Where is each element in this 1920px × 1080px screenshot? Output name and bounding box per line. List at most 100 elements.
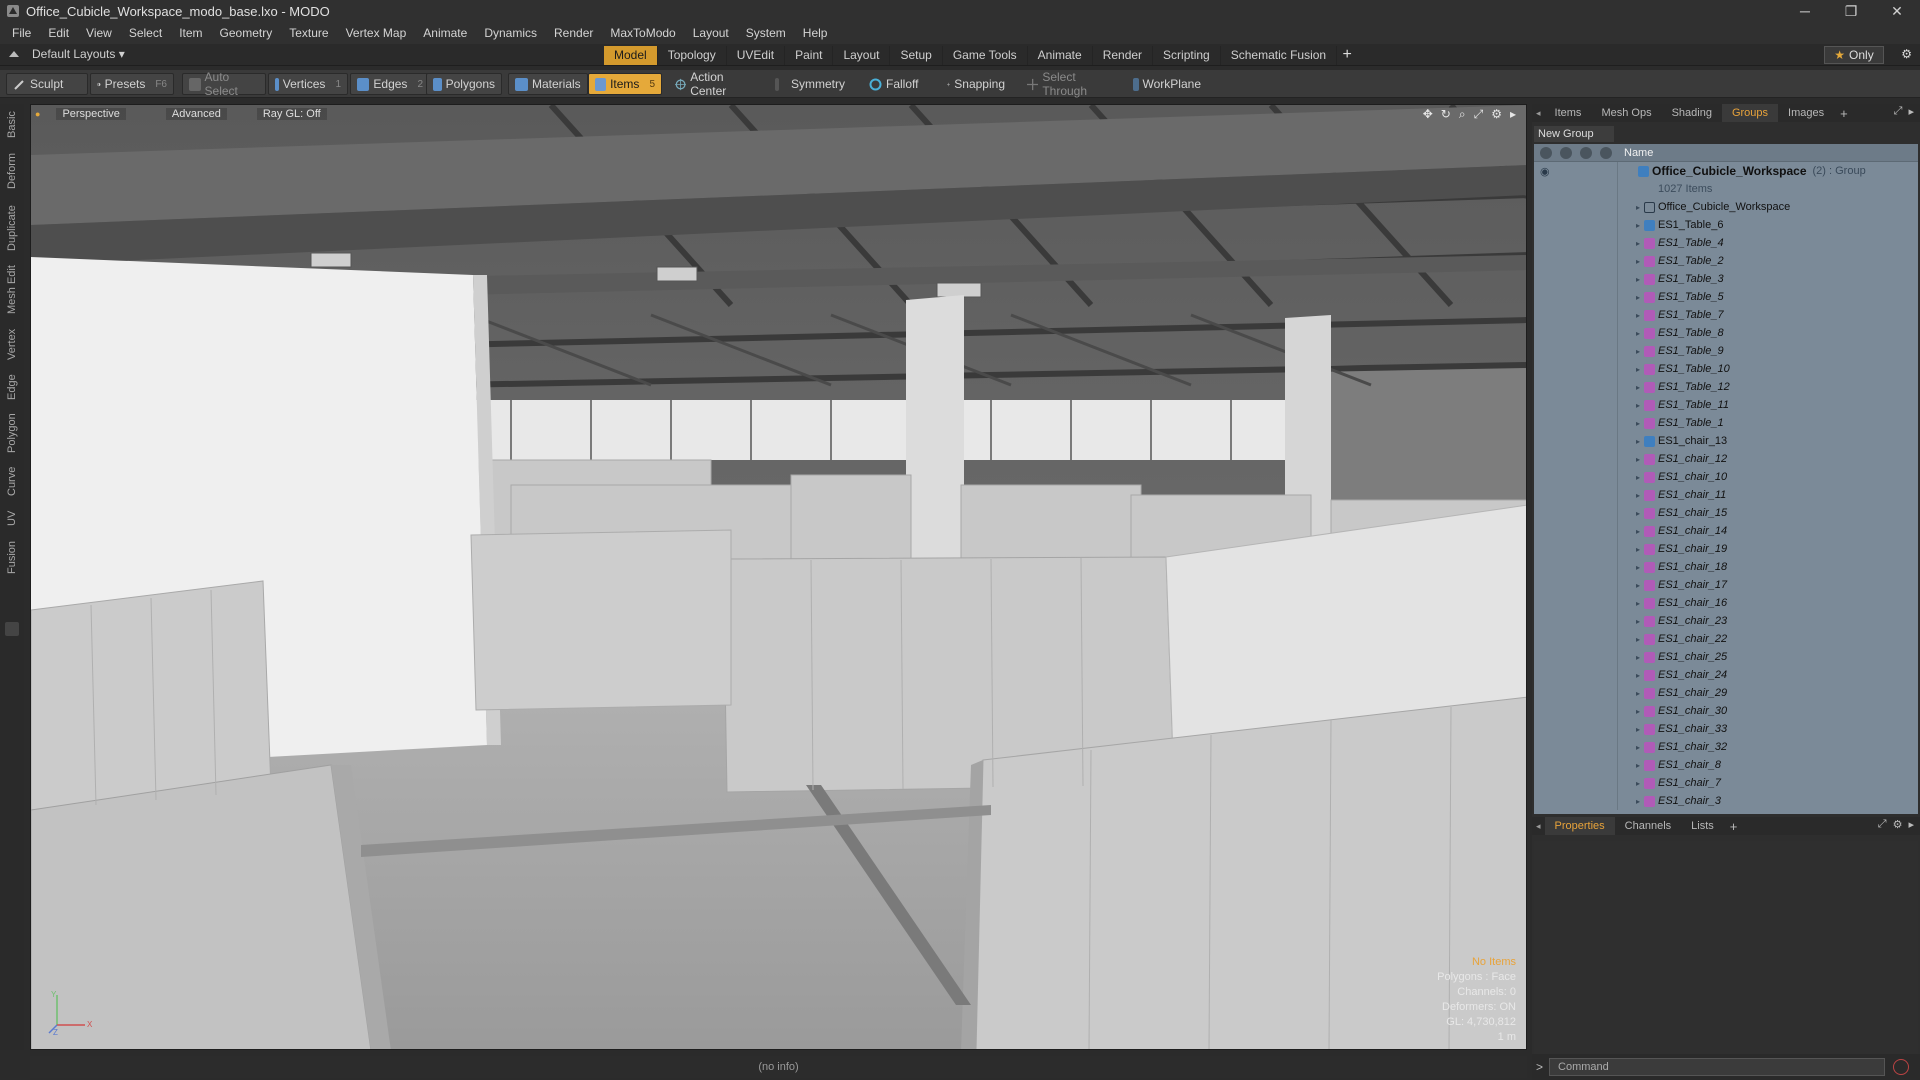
group-item-row[interactable]: ▸ ES1_Table_7 <box>1534 306 1918 324</box>
item-vis-cells[interactable] <box>1534 450 1618 468</box>
vtab-fusion[interactable]: Fusion <box>2 536 22 578</box>
viewport-gear-icon[interactable]: ⚙ <box>1491 107 1502 122</box>
snapping-button[interactable]: Snapping <box>940 73 1012 95</box>
group-row[interactable]: ◉ Office_Cubicle_Workspace (2) : Group <box>1534 162 1918 180</box>
expand-arrow-icon[interactable]: ▸ <box>1618 221 1644 230</box>
item-vis-cells[interactable] <box>1534 738 1618 756</box>
item-vis-cells[interactable] <box>1534 252 1618 270</box>
vtab-curve[interactable]: Curve <box>2 462 22 500</box>
items-button[interactable]: Items 5 <box>588 73 662 95</box>
group-item-row[interactable]: ▸ ES1_chair_18 <box>1534 558 1918 576</box>
item-vis-cells[interactable] <box>1534 702 1618 720</box>
expand-arrow-icon[interactable]: ▸ <box>1618 347 1644 356</box>
tab-layout[interactable]: Layout <box>833 46 891 65</box>
item-vis-cells[interactable] <box>1534 324 1618 342</box>
group-item-row[interactable]: ▸ ES1_chair_16 <box>1534 594 1918 612</box>
menu-system[interactable]: System <box>746 26 786 40</box>
expand-arrow-icon[interactable]: ▸ <box>1618 743 1644 752</box>
eye-icon[interactable]: ◉ <box>1540 165 1550 178</box>
add-bottom-tab-button[interactable]: + <box>1724 819 1744 834</box>
bottom-gear-icon[interactable]: ⚙ <box>1893 818 1903 831</box>
item-vis-cells[interactable] <box>1534 306 1618 324</box>
eye-column-icon[interactable] <box>1540 146 1552 159</box>
item-vis-cells[interactable] <box>1534 756 1618 774</box>
menu-vertex-map[interactable]: Vertex Map <box>346 26 407 40</box>
item-vis-cells[interactable] <box>1534 198 1618 216</box>
group-item-row[interactable]: ▸ ES1_chair_32 <box>1534 738 1918 756</box>
expand-arrow-icon[interactable]: ▸ <box>1618 239 1644 248</box>
item-vis-cells[interactable] <box>1534 540 1618 558</box>
bottom-expand-icon[interactable]: ⤢ <box>1878 818 1887 831</box>
expand-arrow-icon[interactable]: ▸ <box>1618 509 1644 518</box>
tab-properties[interactable]: Properties <box>1544 817 1615 835</box>
group-item-row[interactable]: ▸ ES1_Table_8 <box>1534 324 1918 342</box>
expand-arrow-icon[interactable]: ▸ <box>1618 257 1644 266</box>
item-vis-cells[interactable] <box>1534 576 1618 594</box>
command-record-icon[interactable] <box>1893 1059 1910 1075</box>
menu-item[interactable]: Item <box>179 26 202 40</box>
group-item-row[interactable]: ▸ ES1_Table_3 <box>1534 270 1918 288</box>
expand-arrow-icon[interactable]: ▸ <box>1618 419 1644 428</box>
move-view-icon[interactable]: ✥ <box>1423 107 1433 122</box>
edges-button[interactable]: Edges 2 <box>350 73 430 95</box>
group-item-row[interactable]: ▸ ES1_chair_29 <box>1534 684 1918 702</box>
workplane-button[interactable]: WorkPlane <box>1126 73 1208 95</box>
item-vis-cells[interactable] <box>1534 792 1618 810</box>
item-vis-cells[interactable] <box>1534 378 1618 396</box>
new-group-button[interactable]: New Group <box>1534 126 1614 142</box>
tab-animate[interactable]: Animate <box>1028 46 1093 65</box>
viewport-menu-icon[interactable]: ● <box>35 109 40 119</box>
vtab-vertex[interactable]: Vertex <box>2 324 22 364</box>
symmetry-button[interactable]: Symmetry <box>768 73 852 95</box>
expand-arrow-icon[interactable]: ▸ <box>1618 455 1644 464</box>
expand-arrow-icon[interactable]: ▸ <box>1618 491 1644 500</box>
menu-file[interactable]: File <box>12 26 31 40</box>
group-item-row[interactable]: ▸ ES1_chair_23 <box>1534 612 1918 630</box>
only-button[interactable]: ★ Only <box>1824 46 1884 64</box>
tab-images[interactable]: Images <box>1778 104 1834 122</box>
tab-game-tools[interactable]: Game Tools <box>943 46 1028 65</box>
tab-topology[interactable]: Topology <box>658 46 727 65</box>
expand-arrow-icon[interactable]: ▸ <box>1618 599 1644 608</box>
item-vis-cells[interactable] <box>1534 774 1618 792</box>
panel-arrow-icon[interactable]: ▸ <box>1908 105 1914 118</box>
add-panel-tab-button[interactable]: + <box>1834 106 1854 121</box>
group-item-row[interactable]: ▸ ES1_chair_11 <box>1534 486 1918 504</box>
group-item-row[interactable]: ▸ ES1_Table_12 <box>1534 378 1918 396</box>
tab-paint[interactable]: Paint <box>785 46 834 65</box>
render-column-icon[interactable] <box>1560 146 1572 159</box>
vtab-mesh-edit[interactable]: Mesh Edit <box>2 262 22 318</box>
group-item-row[interactable]: ▸ ES1_chair_12 <box>1534 450 1918 468</box>
expand-arrow-icon[interactable]: ▸ <box>1618 689 1644 698</box>
group-item-row[interactable]: ▸ ES1_chair_30 <box>1534 702 1918 720</box>
tab-render[interactable]: Render <box>1093 46 1154 65</box>
expand-arrow-icon[interactable]: ▸ <box>1618 779 1644 788</box>
viewport-arrow-icon[interactable]: ▸ <box>1510 107 1516 122</box>
name-column-header[interactable]: Name <box>1618 147 1653 159</box>
shading-advanced-button[interactable]: Advanced <box>165 108 227 120</box>
item-vis-cells[interactable] <box>1534 612 1618 630</box>
select-column-icon[interactable] <box>1600 146 1612 159</box>
item-vis-cells[interactable] <box>1534 360 1618 378</box>
item-vis-cells[interactable] <box>1534 468 1618 486</box>
menu-maxtomodo[interactable]: MaxToModo <box>610 26 675 40</box>
menu-view[interactable]: View <box>86 26 112 40</box>
group-item-row[interactable]: ▸ ES1_Table_11 <box>1534 396 1918 414</box>
add-tab-button[interactable]: + <box>1337 46 1357 65</box>
group-item-row[interactable]: ▸ ES1_chair_19 <box>1534 540 1918 558</box>
group-item-row[interactable]: ▸ ES1_chair_7 <box>1534 774 1918 792</box>
menu-animate[interactable]: Animate <box>423 26 467 40</box>
item-vis-cells[interactable] <box>1534 216 1618 234</box>
zoom-view-icon[interactable]: ⌕ <box>1459 107 1466 122</box>
item-vis-cells[interactable] <box>1534 432 1618 450</box>
tab-schematic-fusion[interactable]: Schematic Fusion <box>1221 46 1338 65</box>
item-vis-cells[interactable] <box>1534 486 1618 504</box>
group-item-row[interactable]: ▸ ES1_Table_1 <box>1534 414 1918 432</box>
layouts-dropdown[interactable]: Default Layouts ▾ <box>8 47 125 61</box>
gear-icon[interactable]: ⚙ <box>1901 47 1912 61</box>
bottom-arrow-icon[interactable]: ▸ <box>1908 818 1914 831</box>
tab-uvedit[interactable]: UVEdit <box>727 46 786 65</box>
expand-arrow-icon[interactable]: ▸ <box>1618 563 1644 572</box>
item-vis-cells[interactable] <box>1534 504 1618 522</box>
lock-column-icon[interactable] <box>1580 146 1592 159</box>
